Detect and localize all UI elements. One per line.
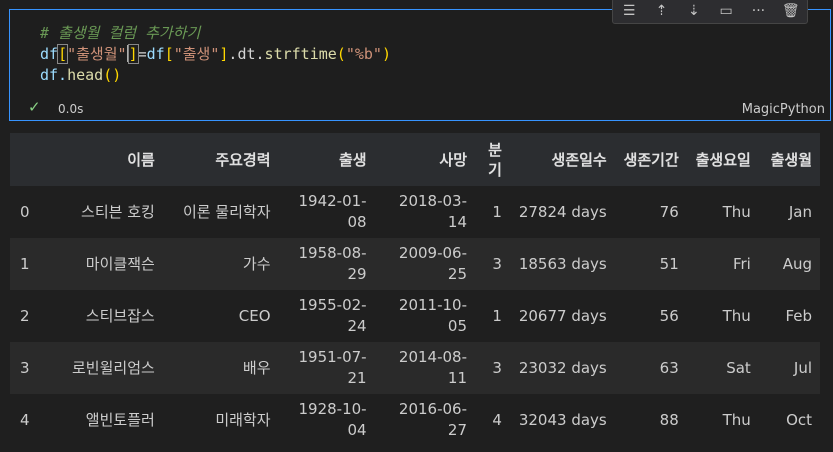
- run-above-icon[interactable]: ⇡: [650, 3, 672, 19]
- table-cell: 2011-10-05: [374, 290, 475, 342]
- table-cell: 4: [475, 394, 510, 446]
- code-token: df.: [40, 66, 68, 84]
- table-cell: Thu: [686, 394, 759, 446]
- table-cell: 이론 물리학자: [162, 186, 279, 238]
- table-row: 3 로빈윌리엄스 배우 1951-07-21 2014-08-11 3 2303…: [10, 342, 820, 394]
- code-token: head: [67, 66, 104, 84]
- table-cell: 1958-08-29: [278, 238, 375, 290]
- table-cell: 2016-06-27: [374, 394, 475, 446]
- table-cell: 32043 days: [509, 394, 615, 446]
- code-token: df: [40, 45, 59, 63]
- table-cell: 56: [614, 290, 687, 342]
- table-cell: 76: [614, 186, 687, 238]
- success-check-icon: ✓: [28, 98, 41, 116]
- column-header: 분기: [475, 133, 510, 186]
- code-token: "출생": [173, 45, 220, 63]
- table-cell: 가수: [162, 238, 279, 290]
- table-cell: 2014-08-11: [374, 342, 475, 394]
- column-header: 생존일수: [509, 133, 615, 186]
- table-cell: 2009-06-25: [374, 238, 475, 290]
- column-header: 이름: [49, 133, 163, 186]
- table-cell: Feb: [758, 290, 820, 342]
- execution-time: 0.0s: [58, 102, 84, 116]
- code-token: strftime: [264, 45, 337, 63]
- code-token: "출생월": [67, 45, 127, 63]
- language-indicator[interactable]: MagicPython: [742, 102, 825, 117]
- run-below-icon[interactable]: ⇣: [683, 3, 705, 19]
- table-cell: 미래학자: [162, 394, 279, 446]
- column-header: 출생: [278, 133, 375, 186]
- table-cell: 3: [475, 342, 510, 394]
- table-cell: 88: [614, 394, 687, 446]
- table-row: 1 마이클잭슨 가수 1958-08-29 2009-06-25 3 18563…: [10, 238, 820, 290]
- table-cell: 63: [614, 342, 687, 394]
- table-cell: Oct: [758, 394, 820, 446]
- table-cell: 1942-01-08: [278, 186, 375, 238]
- code-token: .dt.: [228, 45, 265, 63]
- code-token: (): [103, 66, 122, 84]
- table-row: 2 스티브잡스 CEO 1955-02-24 2011-10-05 1 2067…: [10, 290, 820, 342]
- table-row: 0 스티븐 호킹 이론 물리학자 1942-01-08 2018-03-14 1…: [10, 186, 820, 238]
- cell-status-bar: ✓ 0.0s MagicPython: [20, 98, 825, 120]
- table-cell: 1928-10-04: [278, 394, 375, 446]
- table-cell: 2018-03-14: [374, 186, 475, 238]
- more-icon[interactable]: ···: [747, 3, 769, 19]
- table-cell: CEO: [162, 290, 279, 342]
- code-line-3: df.head(): [40, 65, 391, 86]
- table-cell: 51: [614, 238, 687, 290]
- table-cell: 20677 days: [509, 290, 615, 342]
- column-header: 생존기간: [614, 133, 687, 186]
- table-cell: 1: [475, 290, 510, 342]
- row-index: 0: [10, 186, 50, 238]
- column-header: 사망: [374, 133, 475, 186]
- table-cell: Thu: [686, 186, 759, 238]
- code-line-2: df["출생월"]=df["출생"].dt.strftime("%b"): [40, 44, 391, 64]
- table-cell: 로빈윌리엄스: [49, 342, 163, 394]
- table-cell: Jan: [758, 186, 820, 238]
- row-index: 1: [10, 238, 50, 290]
- table-cell: 3: [475, 238, 510, 290]
- column-header: [10, 133, 50, 186]
- table-cell: Jul: [758, 342, 820, 394]
- row-index: 3: [10, 342, 50, 394]
- table-cell: Aug: [758, 238, 820, 290]
- code-token: df: [146, 45, 165, 63]
- table-cell: 앨빈토플러: [49, 394, 163, 446]
- table-cell: 스티브잡스: [49, 290, 163, 342]
- table-row: 4 앨빈토플러 미래학자 1928-10-04 2016-06-27 4 320…: [10, 394, 820, 446]
- dataframe-table: 이름 주요경력 출생 사망 분기 생존일수 생존기간 출생요일 출생월 0 스티…: [10, 133, 820, 446]
- table-cell: 1955-02-24: [278, 290, 375, 342]
- column-header: 주요경력: [162, 133, 279, 186]
- row-index: 2: [10, 290, 50, 342]
- code-cell[interactable]: ☰ ⇡ ⇣ ▭ ··· 🗑 # 출생월 컬럼 추가하기 df["출생월"]=df…: [9, 0, 831, 121]
- column-header: 출생월: [758, 133, 820, 186]
- split-icon[interactable]: ▭: [715, 3, 737, 19]
- table-cell: 스티븐 호킹: [49, 186, 163, 238]
- table-cell: 27824 days: [509, 186, 615, 238]
- code-token: "%b": [345, 45, 382, 63]
- table-cell: 1951-07-21: [278, 342, 375, 394]
- table-cell: Thu: [686, 290, 759, 342]
- delete-icon[interactable]: 🗑: [780, 3, 802, 19]
- table-cell: Fri: [686, 238, 759, 290]
- column-header: 출생요일: [686, 133, 759, 186]
- table-cell: 마이클잭슨: [49, 238, 163, 290]
- table-cell: 18563 days: [509, 238, 615, 290]
- dataframe-output: 이름 주요경력 출생 사망 분기 생존일수 생존기간 출생요일 출생월 0 스티…: [10, 133, 820, 446]
- table-cell: Sat: [686, 342, 759, 394]
- row-index: 4: [10, 394, 50, 446]
- code-comment: # 출생월 컬럼 추가하기: [40, 24, 201, 42]
- table-cell: 1: [475, 186, 510, 238]
- table-cell: 23032 days: [509, 342, 615, 394]
- table-header-row: 이름 주요경력 출생 사망 분기 생존일수 생존기간 출생요일 출생월: [10, 133, 820, 186]
- cell-toolbar: ☰ ⇡ ⇣ ▭ ··· 🗑: [612, 0, 808, 24]
- code-editor[interactable]: # 출생월 컬럼 추가하기 df["출생월"]=df["출생"].dt.strf…: [40, 23, 391, 86]
- table-cell: 배우: [162, 342, 279, 394]
- format-icon[interactable]: ☰: [618, 3, 640, 19]
